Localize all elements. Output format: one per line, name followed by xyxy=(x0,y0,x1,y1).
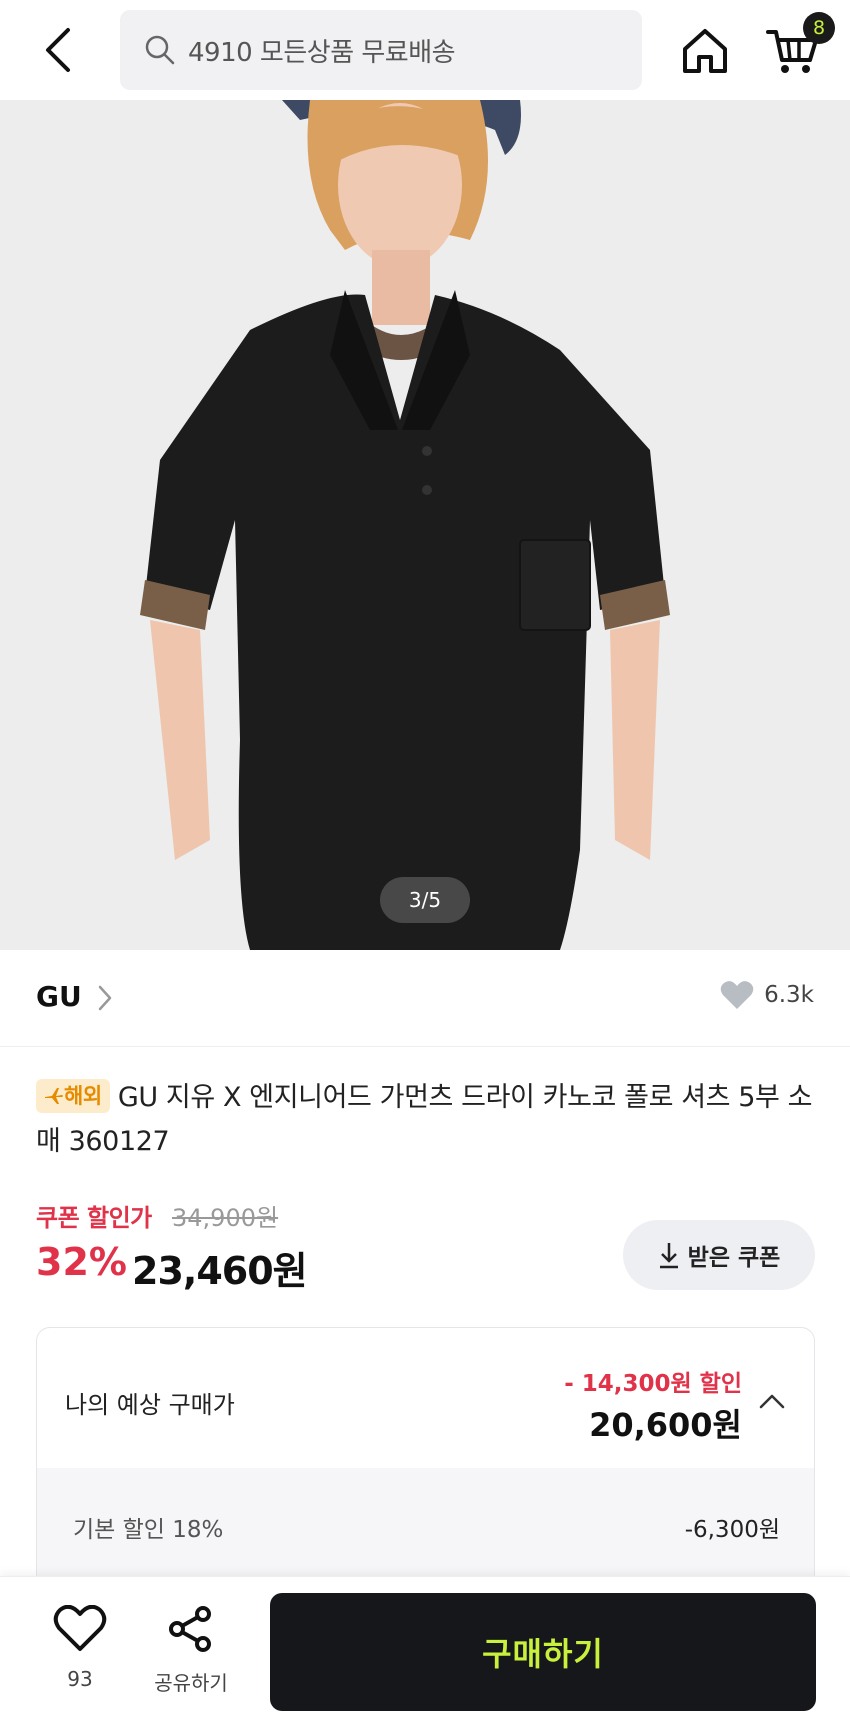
original-price: 34,900원 xyxy=(172,1204,279,1232)
cart-count-badge: 8 xyxy=(803,12,835,44)
airplane-icon xyxy=(45,1088,63,1104)
estimated-price-label: 나의 예상 구매가 xyxy=(65,1391,235,1419)
top-bar: 4910 모든상품 무료배송 8 xyxy=(0,0,850,100)
back-button[interactable] xyxy=(38,26,78,74)
coupon-price-label: 쿠폰 할인가 xyxy=(36,1204,152,1232)
home-icon xyxy=(683,29,727,73)
search-bar[interactable]: 4910 모든상품 무료배송 xyxy=(120,10,642,90)
heart-icon xyxy=(720,981,754,1009)
basic-discount-amount: -6,300원 xyxy=(684,1517,780,1543)
overseas-badge-label: 해외 xyxy=(64,1084,102,1108)
received-coupon-label: 받은 쿠폰 xyxy=(687,1245,781,1271)
share-icon xyxy=(169,1606,211,1652)
estimated-price-card[interactable]: 나의 예상 구매가 - 14,300원 할인 20,600원 기본 할인 18%… xyxy=(36,1327,815,1587)
home-button[interactable] xyxy=(680,26,730,76)
back-arrow-icon xyxy=(46,28,70,72)
estimated-price: 20,600원 xyxy=(589,1406,742,1444)
bottom-action-bar: 93 공유하기 구매하기 xyxy=(0,1576,850,1728)
product-title: GU 지유 X 엔지니어드 가먼츠 드라이 카노코 폴로 셔츠 5부 소매 36… xyxy=(36,1082,813,1157)
search-icon xyxy=(145,35,175,65)
share-button[interactable]: 공유하기 xyxy=(148,1605,234,1705)
brand-like[interactable]: 6.3k xyxy=(720,980,814,1010)
wishlist-button[interactable]: 93 xyxy=(48,1605,112,1705)
product-image-carousel[interactable]: 3/5 xyxy=(0,100,850,950)
chevron-up-icon[interactable] xyxy=(758,1392,786,1410)
wishlist-count: 93 xyxy=(67,1667,93,1691)
buy-button[interactable]: 구매하기 xyxy=(270,1593,816,1711)
share-label: 공유하기 xyxy=(154,1671,228,1695)
product-photo xyxy=(0,100,850,950)
chevron-right-icon xyxy=(98,985,112,1011)
brand-row[interactable]: GU 6.3k xyxy=(0,950,850,1047)
final-price: 23,460원 xyxy=(132,1249,308,1293)
image-page-indicator: 3/5 xyxy=(380,877,470,923)
product-title-block: 해외 GU 지유 X 엔지니어드 가먼츠 드라이 카노코 폴로 셔츠 5부 소매… xyxy=(36,1076,816,1164)
overseas-badge: 해외 xyxy=(36,1079,110,1113)
brand-like-count: 6.3k xyxy=(764,982,814,1008)
received-coupon-button[interactable]: 받은 쿠폰 xyxy=(623,1220,815,1290)
heart-icon xyxy=(53,1605,107,1651)
discount-rate: 32% xyxy=(36,1240,127,1284)
download-icon xyxy=(659,1243,678,1269)
basic-discount-label: 기본 할인 18% xyxy=(73,1517,224,1543)
estimate-detail: 기본 할인 18% -6,300원 xyxy=(37,1468,814,1586)
search-placeholder: 4910 모든상품 무료배송 xyxy=(188,37,456,68)
brand-name[interactable]: GU xyxy=(36,980,82,1013)
estimated-discount: - 14,300원 할인 xyxy=(564,1371,742,1397)
